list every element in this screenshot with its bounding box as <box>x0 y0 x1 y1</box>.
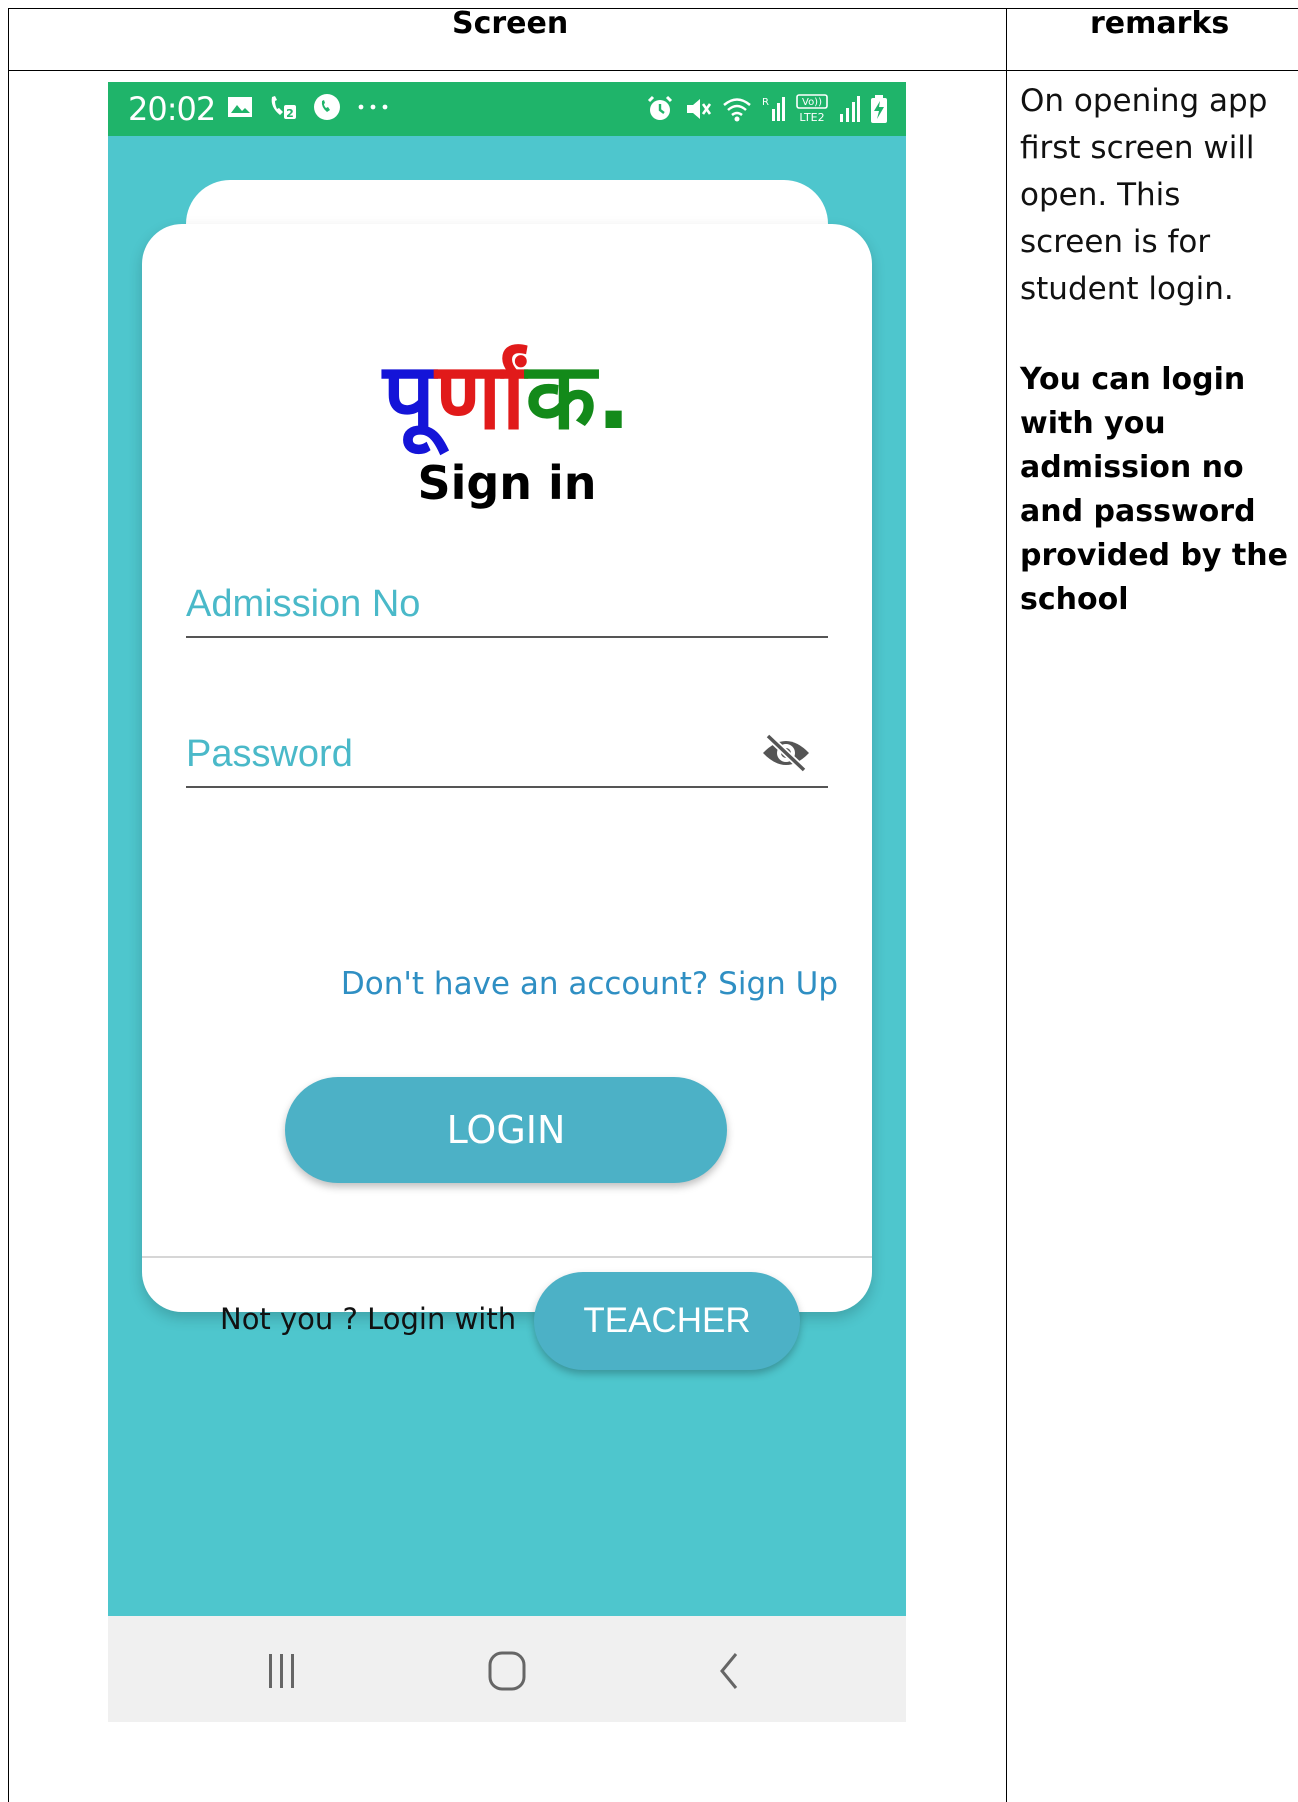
login-button[interactable]: LOGIN <box>285 1077 727 1183</box>
eye-off-icon[interactable] <box>760 732 812 774</box>
table-left-border <box>8 8 9 1802</box>
call-forward-icon: 2 <box>271 96 296 120</box>
admission-no-placeholder: Admission No <box>186 583 421 625</box>
logo-part-1: पू <box>382 343 436 450</box>
column-header-remarks: remarks <box>1090 6 1230 41</box>
column-header-screen: Screen <box>452 6 569 41</box>
password-field[interactable]: Password <box>186 722 828 788</box>
status-right-icons: R Vo)) LTE2 <box>646 94 888 124</box>
table-header-divider <box>8 70 1298 71</box>
status-time: 20:02 <box>128 90 216 128</box>
more-dots-icon <box>358 104 388 110</box>
wifi-icon <box>723 98 751 122</box>
phone-screenshot: 20:02 2 R Vo)) LTE2 पूर्णांक. Sign in Adm… <box>108 82 906 1722</box>
back-icon[interactable] <box>700 1646 760 1696</box>
remarks-description: On opening app first screen will open. T… <box>1020 83 1268 307</box>
page-title: Sign in <box>417 456 597 510</box>
navigation-bar <box>108 1616 906 1722</box>
svg-text:2: 2 <box>286 107 294 120</box>
remarks-instruction: You can login with you admission no and … <box>1020 362 1288 617</box>
teacher-login-button[interactable]: TEACHER <box>534 1272 800 1370</box>
image-icon <box>228 97 252 117</box>
logo-part-3: क. <box>525 343 632 450</box>
mute-icon <box>687 99 712 119</box>
alarm-icon <box>647 95 673 120</box>
battery-charging-icon <box>871 95 887 123</box>
signal-icon <box>840 96 860 122</box>
home-icon[interactable] <box>477 1646 537 1696</box>
table-column-divider <box>1006 8 1007 1802</box>
signal-icon: R <box>762 97 785 121</box>
recent-apps-icon[interactable] <box>252 1646 312 1696</box>
status-left-icons: 2 <box>226 92 390 122</box>
password-placeholder: Password <box>186 733 353 775</box>
login-card: पूर्णांक. Sign in Admission No Password … <box>142 224 872 1370</box>
card-divider <box>142 1256 872 1258</box>
not-you-prompt: Not you ? Login with <box>220 1302 517 1336</box>
svg-text:Vo)): Vo)) <box>802 97 822 108</box>
signup-link[interactable]: Don't have an account? Sign Up <box>341 966 838 1002</box>
whatsapp-icon <box>314 94 340 120</box>
volte-icon: Vo)) LTE2 <box>796 94 828 124</box>
app-logo: पूर्णांक. <box>142 342 872 452</box>
svg-text:R: R <box>762 97 769 108</box>
logo-part-2: र्णां <box>435 343 526 450</box>
admission-no-field[interactable]: Admission No <box>186 572 828 638</box>
status-bar: 20:02 2 R Vo)) LTE2 <box>108 82 906 136</box>
svg-text:LTE2: LTE2 <box>799 111 824 124</box>
